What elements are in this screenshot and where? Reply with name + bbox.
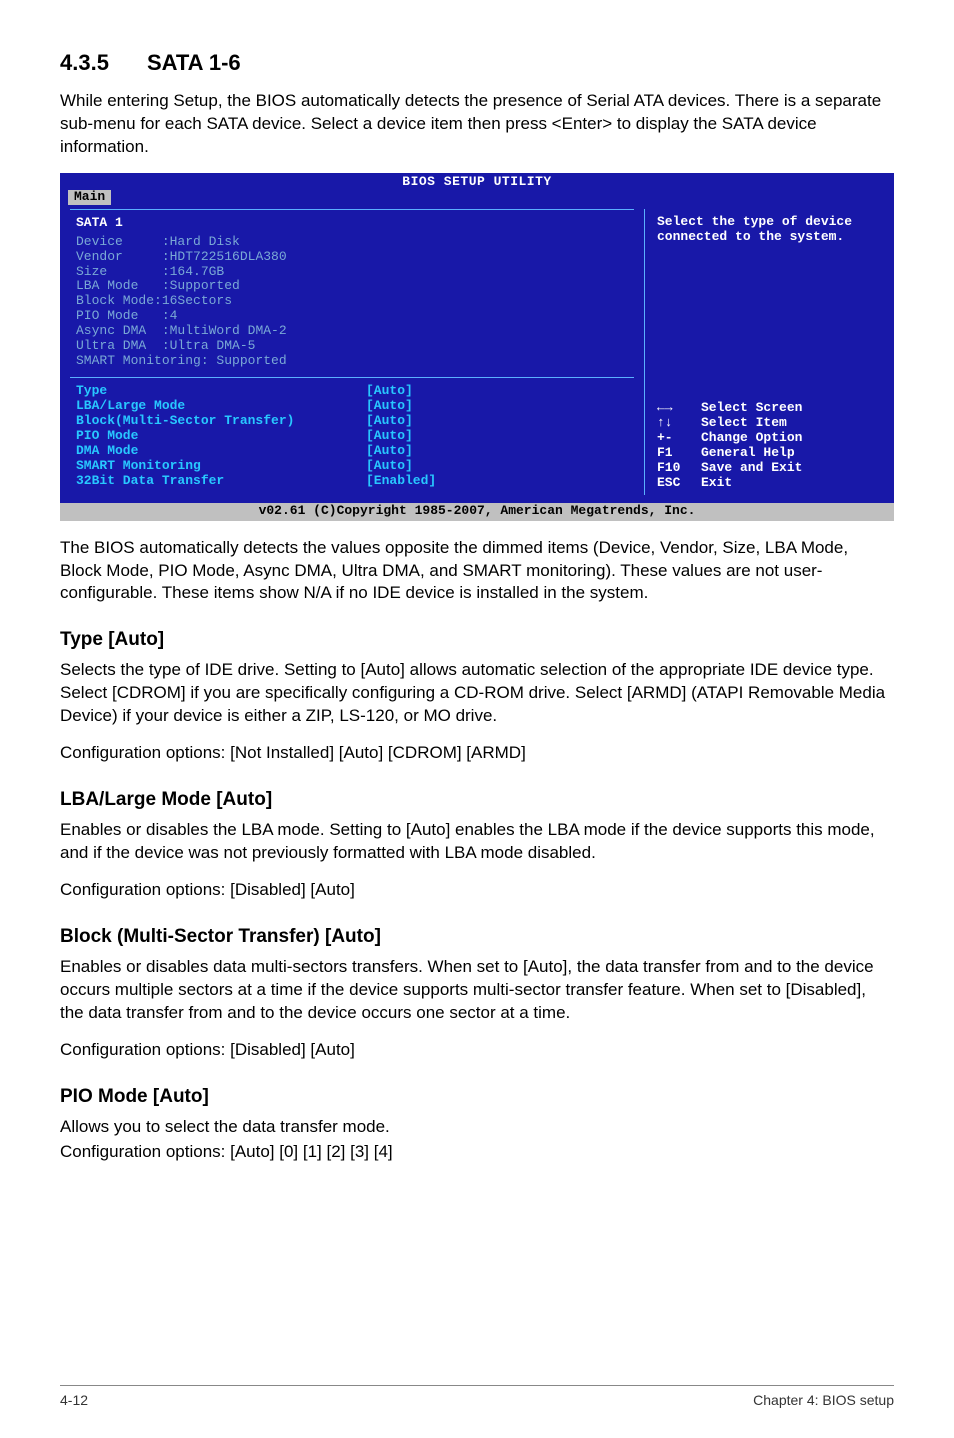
key-row: F10Save and Exit <box>657 460 802 475</box>
bios-option-row[interactable]: DMA Mode[Auto] <box>76 444 628 459</box>
bios-help-pane: Select the type of device connected to t… <box>644 209 884 495</box>
bios-option-row[interactable]: Block(Multi-Sector Transfer)[Auto] <box>76 414 628 429</box>
bios-key-legend: ←→Select Screen ↑↓Select Item +-Change O… <box>657 401 802 491</box>
bios-option-row[interactable]: SMART Monitoring[Auto] <box>76 459 628 474</box>
bios-options: Type[Auto] LBA/Large Mode[Auto] Block(Mu… <box>70 377 634 495</box>
bios-tab-main[interactable]: Main <box>68 190 111 205</box>
post-bios-paragraph: The BIOS automatically detects the value… <box>60 537 894 606</box>
bios-panel-title: SATA 1 <box>70 214 634 233</box>
bios-left-pane: SATA 1 Device :Hard Disk Vendor :HDT7225… <box>70 209 644 495</box>
pio-heading: PIO Mode [Auto] <box>60 1086 894 1108</box>
chapter-label: Chapter 4: BIOS setup <box>753 1392 894 1408</box>
key-row: F1General Help <box>657 445 795 460</box>
dim-row: Ultra DMA :Ultra DMA-5 <box>76 338 255 353</box>
bios-option-row[interactable]: PIO Mode[Auto] <box>76 429 628 444</box>
section-heading: 4.3.5 SATA 1-6 <box>60 50 894 76</box>
bios-panel: BIOS SETUP UTILITY Main SATA 1 Device :H… <box>60 173 894 521</box>
pio-config: Configuration options: [Auto] [0] [1] [2… <box>60 1141 894 1164</box>
key-row: ←→Select Screen <box>657 400 802 415</box>
section-title: SATA 1-6 <box>147 50 241 75</box>
plus-minus-icon: +- <box>657 431 701 446</box>
dim-row: Block Mode:16Sectors <box>76 293 232 308</box>
intro-paragraph: While entering Setup, the BIOS automatic… <box>60 90 894 159</box>
bios-option-row[interactable]: LBA/Large Mode[Auto] <box>76 399 628 414</box>
dim-row: SMART Monitoring: Supported <box>76 353 287 368</box>
type-body: Selects the type of IDE drive. Setting t… <box>60 659 894 728</box>
dim-row: Size :164.7GB <box>76 264 224 279</box>
page-number: 4-12 <box>60 1392 88 1408</box>
bios-option-row[interactable]: 32Bit Data Transfer[Enabled] <box>76 474 628 489</box>
esc-key-icon: ESC <box>657 476 701 491</box>
section-number: 4.3.5 <box>60 50 109 75</box>
pio-body: Allows you to select the data transfer m… <box>60 1116 894 1139</box>
type-config: Configuration options: [Not Installed] [… <box>60 742 894 765</box>
bios-title: BIOS SETUP UTILITY <box>60 173 894 190</box>
type-heading: Type [Auto] <box>60 629 894 651</box>
lba-body: Enables or disables the LBA mode. Settin… <box>60 819 894 865</box>
dim-row: PIO Mode :4 <box>76 308 177 323</box>
bios-help-text: Select the type of device connected to t… <box>657 209 884 245</box>
arrows-lr-icon: ←→ <box>657 401 701 416</box>
key-row: ↑↓Select Item <box>657 415 787 430</box>
lba-heading: LBA/Large Mode [Auto] <box>60 789 894 811</box>
page-footer: 4-12 Chapter 4: BIOS setup <box>60 1385 894 1408</box>
dim-row: Vendor :HDT722516DLA380 <box>76 249 287 264</box>
key-row: +-Change Option <box>657 430 802 445</box>
arrows-ud-icon: ↑↓ <box>657 416 701 431</box>
f1-key-icon: F1 <box>657 446 701 461</box>
dim-row: Device :Hard Disk <box>76 234 240 249</box>
dim-row: Async DMA :MultiWord DMA-2 <box>76 323 287 338</box>
block-heading: Block (Multi-Sector Transfer) [Auto] <box>60 926 894 948</box>
key-row: ESCExit <box>657 475 732 490</box>
bios-tab-row: Main <box>60 190 894 209</box>
lba-config: Configuration options: [Disabled] [Auto] <box>60 879 894 902</box>
f10-key-icon: F10 <box>657 461 701 476</box>
bios-option-row[interactable]: Type[Auto] <box>76 384 628 399</box>
dim-row: LBA Mode :Supported <box>76 278 240 293</box>
bios-footer: v02.61 (C)Copyright 1985-2007, American … <box>60 503 894 521</box>
bios-dim-list: Device :Hard Disk Vendor :HDT722516DLA38… <box>70 233 634 375</box>
block-config: Configuration options: [Disabled] [Auto] <box>60 1039 894 1062</box>
block-body: Enables or disables data multi-sectors t… <box>60 956 894 1025</box>
